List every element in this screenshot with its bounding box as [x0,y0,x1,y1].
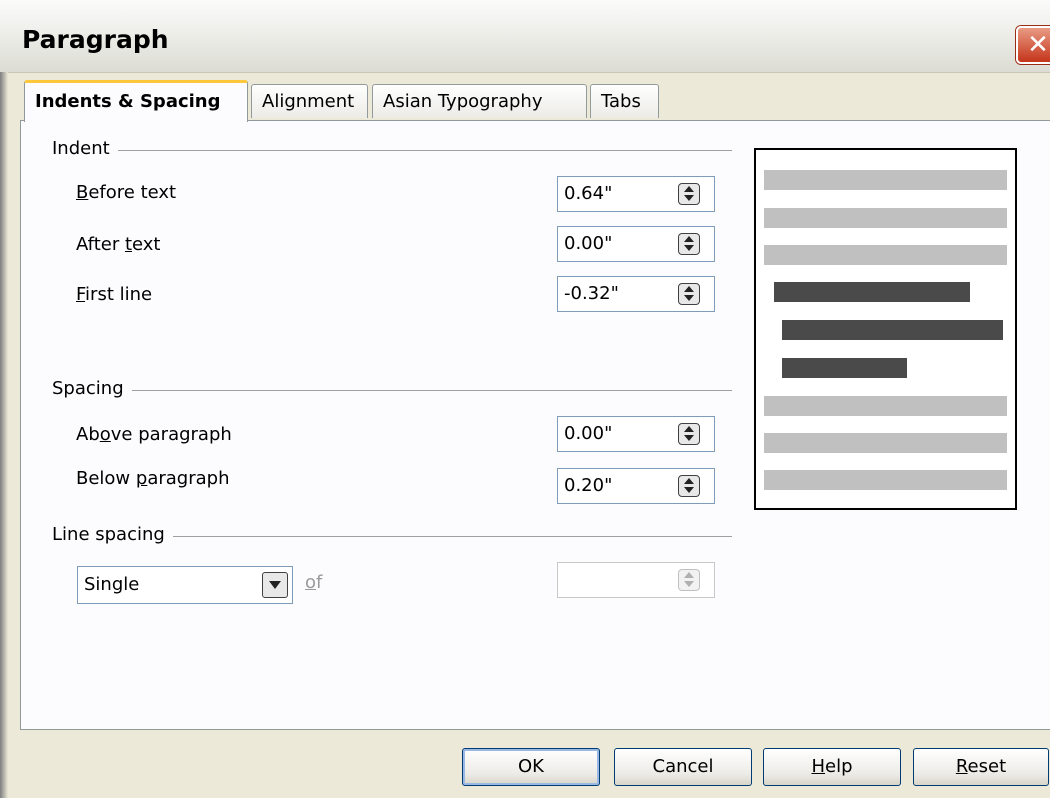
spin-arrows-icon[interactable] [678,475,700,497]
above-paragraph-spinbox[interactable]: 0.00" [557,416,715,452]
spacing-group-line [52,390,732,391]
spin-arrows-icon[interactable] [678,423,700,445]
indent-group-line [52,150,732,151]
after-text-label: After text [76,234,161,255]
help-button[interactable]: Help [763,748,901,786]
dialog-title: Paragraph [22,25,169,54]
reset-button[interactable]: Reset [913,748,1049,786]
below-paragraph-label: Below paragraph [76,468,230,489]
spin-arrows-icon[interactable] [678,183,700,205]
before-text-value[interactable]: 0.64" [564,183,612,204]
spin-arrows-icon[interactable] [678,283,700,305]
preview-line-current [782,358,907,378]
chevron-down-icon[interactable] [262,572,288,598]
before-text-spinbox[interactable]: 0.64" [557,176,715,212]
tab-alignment[interactable]: Alignment [251,84,368,118]
of-label: of [305,572,323,593]
preview-line [764,170,1007,190]
tab-tabs[interactable]: Tabs [590,84,659,118]
dialog-border [0,72,8,798]
preview-line [764,433,1007,453]
below-paragraph-spinbox[interactable]: 0.20" [557,468,715,504]
first-line-value[interactable]: -0.32" [564,283,619,304]
spin-arrows-icon[interactable] [678,233,700,255]
line-spacing-select[interactable]: Single [77,566,293,604]
tab-indents-spacing[interactable]: Indents & Spacing [24,80,248,122]
spin-arrows-icon[interactable] [678,569,700,591]
preview-line-current [782,320,1003,340]
title-bar: Paragraph ✕ [0,0,1050,73]
indent-group-label: Indent [52,138,118,159]
line-spacing-value[interactable]: Single [84,574,139,595]
above-paragraph-value[interactable]: 0.00" [564,423,612,444]
first-line-spinbox[interactable]: -0.32" [557,276,715,312]
cancel-button[interactable]: Cancel [614,748,752,786]
ok-button[interactable]: OK [462,748,600,786]
paragraph-preview [754,148,1017,510]
preview-line [764,208,1007,228]
preview-line-current [774,282,970,302]
before-text-label: Before text [76,182,177,203]
below-paragraph-value[interactable]: 0.20" [564,475,612,496]
line-spacing-of-spinbox[interactable] [557,562,715,598]
line-spacing-group-label: Line spacing [52,524,173,545]
tab-asian-typography[interactable]: Asian Typography [372,84,587,118]
after-text-value[interactable]: 0.00" [564,233,612,254]
preview-line [764,396,1007,416]
above-paragraph-label: Above paragraph [76,424,232,445]
first-line-label: First line [76,284,153,305]
spacing-group-label: Spacing [52,378,132,399]
preview-line [764,245,1007,265]
preview-line [764,470,1007,490]
after-text-spinbox[interactable]: 0.00" [557,226,715,262]
close-button[interactable]: ✕ [1016,26,1050,64]
